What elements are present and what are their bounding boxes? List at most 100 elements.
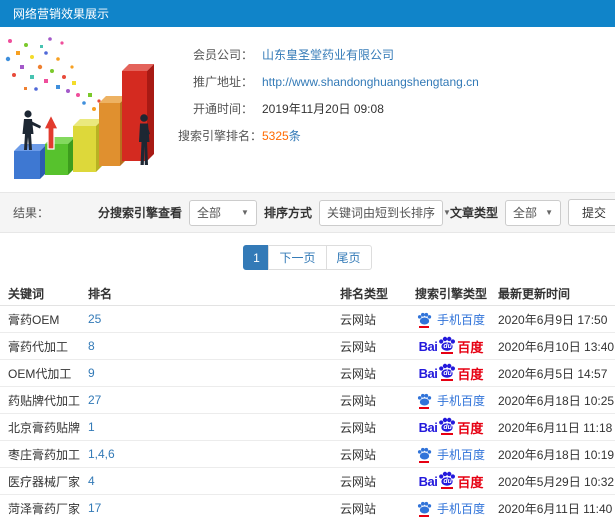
rank-link[interactable]: 25: [88, 312, 101, 326]
member-company-row: 会员公司： 山东皇圣堂药业有限公司: [178, 41, 615, 68]
rank-type-cell: 云网站: [340, 474, 377, 489]
open-time-value: 2019年11月20日 09:08: [262, 102, 384, 116]
rank-link[interactable]: 27: [88, 393, 101, 407]
table-row: 膏药代加工 8 云网站 Bai du 百度 2020年6月10日 13:40: [0, 333, 615, 360]
result-label: 结果：: [13, 206, 50, 220]
member-info-panel: 会员公司： 山东皇圣堂药业有限公司 推广地址： http://www.shand…: [178, 27, 615, 149]
baidu-logo-name: 百度: [457, 366, 484, 382]
chevron-down-icon: ▼: [545, 208, 553, 217]
filter-controls: 分搜索引擎查看 全部 ▼ 排序方式 关键词由短到长排序 ▼ 文章类型 全部 ▼ …: [98, 199, 615, 226]
chevron-down-icon: ▼: [442, 208, 451, 217]
top-section: 会员公司： 山东皇圣堂药业有限公司 推广地址： http://www.shand…: [0, 27, 615, 192]
promo-url-row: 推广地址： http://www.shandonghuangshengtang.…: [178, 68, 615, 95]
rank-link[interactable]: 17: [88, 501, 101, 515]
rank-type-cell: 云网站: [340, 420, 377, 435]
paw-underline: [441, 433, 454, 435]
baidu-logo: Bai du 百度: [419, 363, 484, 383]
table-body: 膏药OEM 25 云网站 手机百度 2020年6月9日 17:50 膏药代加工 …: [0, 306, 615, 520]
update-time-cell: 2020年6月9日 17:50: [498, 312, 608, 327]
baidu-paw-icon: [417, 393, 432, 409]
table-header-row: 关键词 排名 排名类型 搜索引擎类型 最新更新时间: [0, 282, 615, 306]
last-page-button[interactable]: 尾页: [325, 245, 372, 270]
baidu-paw-icon: [417, 312, 432, 328]
rank-type-cell: 云网站: [340, 393, 377, 408]
table-row: 膏药OEM 25 云网站 手机百度 2020年6月9日 17:50: [0, 306, 615, 333]
page-header-bar: 网络营销效果展示: [0, 0, 615, 27]
baidu-logo: Bai du 百度: [418, 336, 484, 356]
results-table: 关键词 排名 排名类型 搜索引擎类型 最新更新时间 膏药OEM 25 云网站 手…: [0, 282, 615, 520]
paw-underline: [418, 460, 429, 463]
baidu-logo-bai: Bai: [418, 419, 438, 435]
rank-link[interactable]: 1,4,6: [88, 447, 115, 461]
chevron-down-icon: ▼: [241, 208, 249, 217]
table-row: 医疗器械厂家 4 云网站 Bai du 百度 2020年5月29日 10:32: [0, 468, 615, 495]
rank-type-cell: 云网站: [340, 312, 377, 327]
paw-underline: [441, 352, 454, 354]
engine-view-selected: 全部: [196, 206, 221, 220]
engine-cell: 手机百度: [404, 446, 498, 463]
article-type-selected: 全部: [512, 206, 537, 220]
baidu-logo-name: 百度: [457, 420, 484, 436]
sort-select[interactable]: 关键词由短到长排序 ▼: [318, 199, 451, 226]
update-time-cell: 2020年6月18日 10:25: [498, 393, 615, 408]
rank-link[interactable]: 9: [88, 366, 95, 380]
rank-type-cell: 云网站: [340, 447, 377, 462]
pagination: 1 下一页 尾页: [0, 233, 615, 282]
keyword-cell: 北京膏药贴牌: [8, 420, 81, 435]
next-page-button[interactable]: 下一页: [268, 245, 327, 270]
article-type-select[interactable]: 全部 ▼: [504, 199, 561, 226]
bar-red: [122, 64, 154, 161]
engine-rank-row: 搜索引擎排名： 5325条: [178, 122, 615, 149]
paw-underline: [418, 514, 429, 517]
update-time-cell: 2020年6月11日 11:18: [498, 420, 613, 435]
rank-type-cell: 云网站: [340, 339, 377, 354]
rank-link[interactable]: 1: [88, 420, 95, 434]
paw-underline: [418, 325, 429, 328]
sort-selected: 关键词由短到长排序: [326, 206, 435, 220]
rank-link[interactable]: 4: [88, 474, 95, 488]
engine-cell: Bai du 百度: [404, 417, 498, 437]
baidu-paw-icon: [417, 447, 432, 463]
sort-label: 排序方式: [263, 206, 312, 220]
baidu-logo-bai: Bai: [418, 338, 438, 354]
submit-button[interactable]: 提交: [567, 199, 615, 226]
growth-bar-chart-illustration: [5, 37, 154, 179]
engine-cell: Bai du 百度: [404, 471, 498, 491]
rank-type-cell: 云网站: [340, 366, 377, 381]
mobile-baidu-logo: 手机百度: [417, 446, 485, 463]
promo-url-link[interactable]: http://www.shandonghuangshengtang.cn: [262, 75, 479, 89]
header-keyword: 关键词: [8, 287, 45, 301]
paw-underline: [441, 379, 454, 381]
rank-unit[interactable]: 条: [289, 129, 301, 143]
keyword-cell: 枣庄膏药加工: [8, 447, 81, 462]
keyword-cell: 膏药OEM: [8, 312, 60, 327]
header-engine-type: 搜索引擎类型: [414, 287, 487, 301]
baidu-logo-name: 百度: [457, 339, 484, 355]
baidu-logo-bai: Bai: [418, 473, 438, 489]
baidu-logo-du: du: [443, 343, 452, 350]
baidu-logo-du: du: [443, 424, 452, 431]
mobile-baidu-label: 手机百度: [436, 393, 485, 408]
mobile-baidu-label: 手机百度: [436, 501, 485, 516]
baidu-paw-icon: du: [438, 336, 456, 354]
engine-cell: 手机百度: [404, 392, 498, 409]
engine-view-select[interactable]: 全部 ▼: [188, 199, 257, 226]
rank-type-cell: 云网站: [340, 501, 377, 516]
engine-cell: Bai du 百度: [404, 363, 498, 383]
baidu-logo-du: du: [443, 370, 452, 377]
member-company-link[interactable]: 山东皇圣堂药业有限公司: [262, 46, 394, 63]
mobile-baidu-label: 手机百度: [436, 312, 485, 327]
update-time-cell: 2020年6月18日 10:19: [498, 447, 615, 462]
rank-link[interactable]: 8: [88, 339, 95, 353]
update-time-cell: 2020年5月29日 10:32: [498, 474, 615, 489]
keyword-cell: 药贴牌代加工: [8, 393, 81, 408]
update-time-cell: 2020年6月11日 11:40: [498, 501, 613, 516]
page-1-button[interactable]: 1: [243, 245, 270, 270]
keyword-cell: 菏泽膏药厂家: [8, 501, 81, 516]
mobile-baidu-logo: 手机百度: [417, 392, 485, 409]
keyword-cell: 医疗器械厂家: [8, 474, 81, 489]
article-type-label: 文章类型: [449, 206, 498, 220]
bar-yellow: [73, 119, 103, 172]
engine-view-label: 分搜索引擎查看: [97, 206, 182, 220]
table-row: 枣庄膏药加工 1,4,6 云网站 手机百度 2020年6月18日 10:19: [0, 441, 615, 468]
